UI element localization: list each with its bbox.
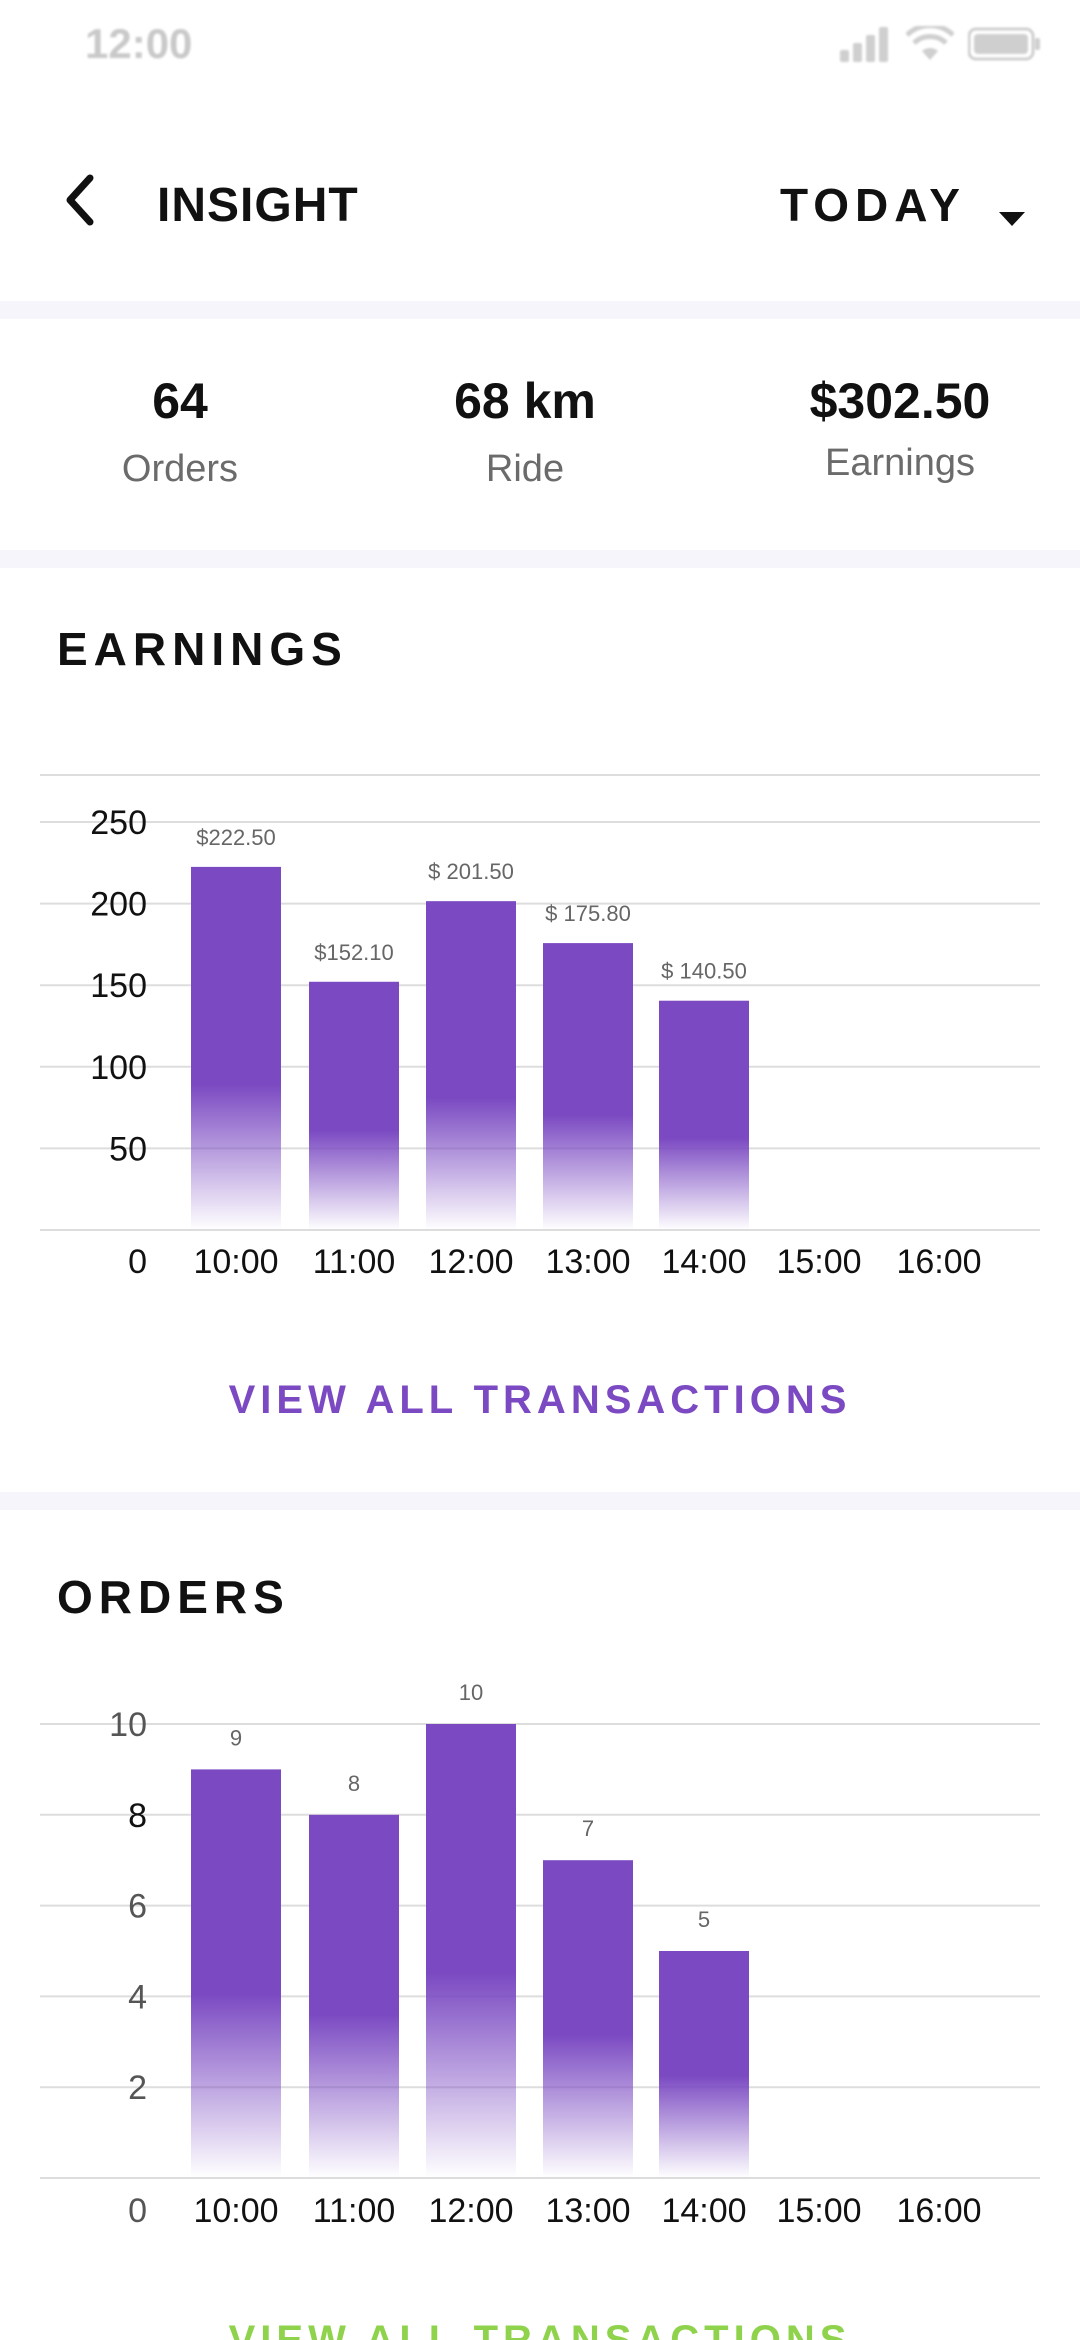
y-tick-label: 4 bbox=[128, 1978, 147, 2016]
view-all-transactions-link[interactable]: VIEW ALL TRANSACTIONS bbox=[0, 2318, 1080, 2340]
bar bbox=[426, 1724, 516, 2178]
x-tick-label: 12:00 bbox=[428, 1243, 513, 1281]
stat-label: Earnings bbox=[825, 442, 975, 484]
x-tick-label: 16:00 bbox=[896, 1243, 981, 1281]
stat-label: Orders bbox=[121, 448, 239, 490]
orders-section-title: ORDERS bbox=[57, 1571, 290, 1623]
bar bbox=[543, 943, 633, 1230]
y-tick-label: 200 bbox=[90, 886, 147, 924]
bar bbox=[309, 1814, 399, 2178]
stat-label: Ride bbox=[485, 448, 565, 490]
back-button[interactable] bbox=[58, 170, 108, 230]
x-tick-label: 14:00 bbox=[661, 2192, 746, 2230]
bar bbox=[426, 901, 516, 1230]
chart-svg: 0 50 100 150 200 250 $222.50 10:00 $152.10 11:00 $… bbox=[40, 774, 1040, 1281]
chart-svg: 0 2 4 6 8 10 9 10:00 8 11:00 10 12:00 7 13:00 5 14:00 15… bbox=[40, 1680, 1040, 2230]
status-icons bbox=[840, 26, 1042, 62]
earnings-section-title: EARNINGS bbox=[57, 623, 348, 675]
y-tick-label: 8 bbox=[128, 1797, 147, 1835]
bar bbox=[659, 1000, 749, 1230]
y-tick-label: 0 bbox=[128, 2192, 147, 2230]
bar bbox=[191, 866, 281, 1230]
bar bbox=[191, 1769, 281, 2178]
y-tick-label: 2 bbox=[128, 2069, 147, 2107]
view-all-transactions-link[interactable]: VIEW ALL TRANSACTIONS bbox=[0, 1378, 1080, 1423]
bar bbox=[543, 1860, 633, 2178]
battery-icon bbox=[968, 27, 1040, 61]
data-label: $ 175.80 bbox=[545, 901, 631, 926]
orders-chart: 0 2 4 6 8 10 9 10:00 8 11:00 10 12:00 7 13:00 5 14:00 15… bbox=[0, 1660, 1080, 2240]
status-time: 12:00 bbox=[85, 20, 193, 67]
y-tick-label: 0 bbox=[128, 1243, 147, 1281]
y-tick-label: 150 bbox=[90, 967, 147, 1005]
stat-orders: 64 Orders bbox=[30, 320, 330, 491]
y-tick-label: 100 bbox=[90, 1049, 147, 1087]
data-label: $ 201.50 bbox=[428, 859, 514, 884]
data-label: $ 140.50 bbox=[661, 959, 747, 984]
x-tick-label: 15:00 bbox=[776, 2192, 861, 2230]
stat-earnings: $302.50 Earnings bbox=[750, 320, 1050, 485]
page-title: INSIGHT bbox=[157, 179, 359, 232]
stat-value: 64 bbox=[152, 373, 208, 429]
period-label: TODAY bbox=[780, 179, 966, 231]
x-tick-label: 10:00 bbox=[193, 1243, 278, 1281]
app-header: INSIGHT TODAY bbox=[0, 150, 1080, 260]
divider bbox=[0, 550, 1080, 568]
divider bbox=[0, 301, 1080, 319]
data-label: 8 bbox=[348, 1771, 360, 1796]
signal-icon bbox=[840, 27, 888, 62]
stat-ride: 68 km Ride bbox=[375, 320, 675, 491]
data-label: $152.10 bbox=[314, 940, 394, 965]
x-tick-label: 16:00 bbox=[896, 2192, 981, 2230]
x-tick-label: 14:00 bbox=[661, 1243, 746, 1281]
x-tick-label: 11:00 bbox=[313, 1243, 396, 1281]
x-tick-label: 13:00 bbox=[545, 1243, 630, 1281]
wifi-icon bbox=[906, 26, 954, 60]
stats-summary: 64 Orders 68 km Ride $302.50 Earnings bbox=[0, 320, 1080, 550]
data-label: 10 bbox=[459, 1680, 483, 1705]
stat-value: 68 km bbox=[454, 373, 596, 429]
y-tick-label: 6 bbox=[128, 1888, 147, 1926]
divider bbox=[0, 1492, 1080, 1510]
x-tick-label: 15:00 bbox=[776, 1243, 861, 1281]
x-tick-label: 10:00 bbox=[193, 2192, 278, 2230]
status-bar: 12:00 bbox=[0, 0, 1080, 96]
data-label: 7 bbox=[582, 1816, 594, 1841]
x-tick-label: 12:00 bbox=[428, 2192, 513, 2230]
bar bbox=[309, 981, 399, 1230]
y-tick-label: 10 bbox=[109, 1706, 147, 1744]
x-tick-label: 13:00 bbox=[545, 2192, 630, 2230]
data-label: 5 bbox=[698, 1907, 710, 1932]
y-tick-label: 250 bbox=[90, 804, 147, 842]
caret-down-icon bbox=[999, 212, 1025, 226]
data-label: $222.50 bbox=[196, 825, 276, 850]
bar bbox=[659, 1951, 749, 2178]
period-dropdown[interactable]: TODAY bbox=[780, 178, 1040, 238]
chevron-left-icon bbox=[66, 174, 94, 226]
data-label: 9 bbox=[230, 1725, 242, 1750]
x-tick-label: 11:00 bbox=[313, 2192, 396, 2230]
y-tick-label: 50 bbox=[109, 1130, 147, 1168]
earnings-chart: 0 50 100 150 200 250 $222.50 10:00 $152.10 11:00 $… bbox=[0, 760, 1080, 1300]
stat-value: $302.50 bbox=[809, 373, 991, 429]
